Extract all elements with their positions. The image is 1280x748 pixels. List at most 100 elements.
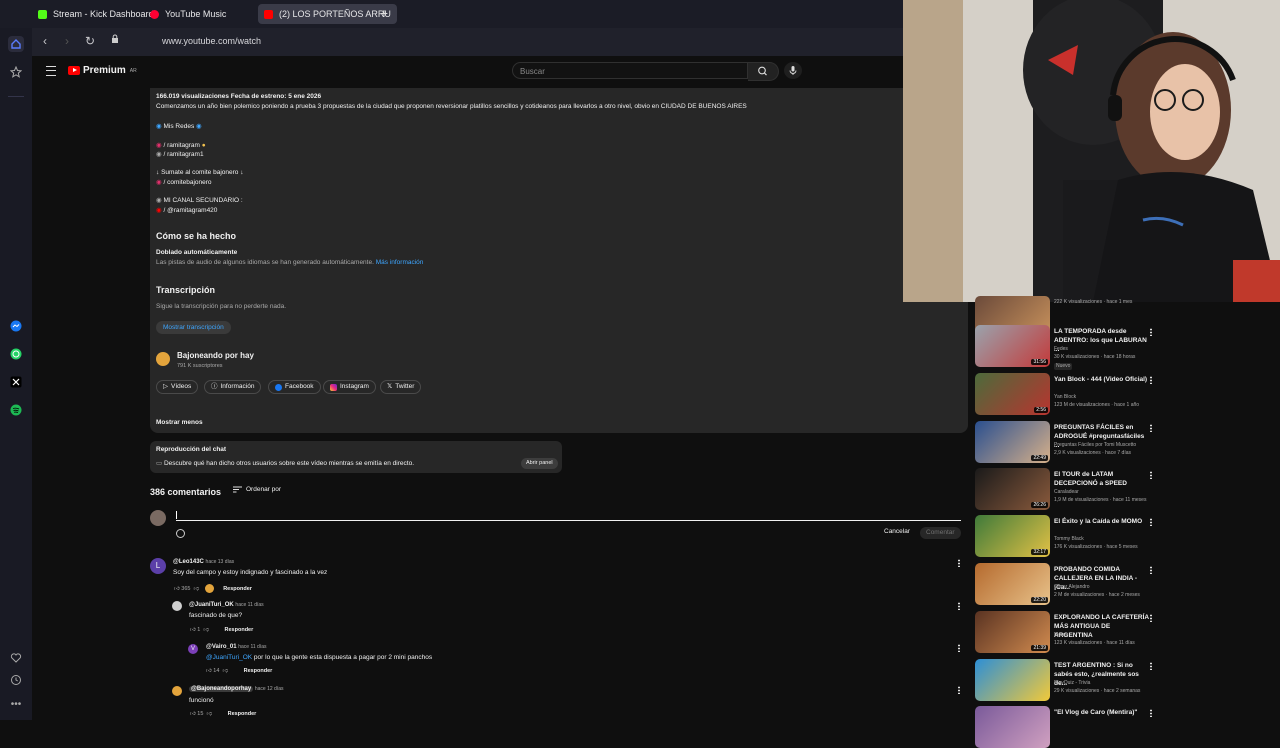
show-less-button[interactable]: Mostrar menos — [156, 419, 203, 426]
history-clock-icon[interactable] — [8, 672, 24, 688]
video-menu-icon[interactable] — [1150, 518, 1152, 526]
video-menu-icon[interactable] — [1150, 709, 1152, 717]
voice-search-mic-icon[interactable] — [784, 62, 802, 79]
comment-avatar[interactable] — [172, 601, 182, 611]
like-thumb-icon[interactable]: 👍︎ — [174, 586, 180, 592]
comment-menu-icon[interactable] — [958, 644, 960, 652]
channel-name[interactable]: Momo — [1054, 632, 1068, 639]
channel-name[interactable]: Fedes — [1054, 346, 1068, 353]
video-thumbnail[interactable]: 31:56 — [975, 325, 1050, 367]
heart-icon[interactable] — [8, 650, 24, 666]
video-menu-icon[interactable] — [1150, 328, 1152, 336]
open-panel-button[interactable]: Abrir panel — [521, 458, 558, 469]
channel-name[interactable]: Yan Block — [1054, 394, 1076, 401]
comment-actions: 👍︎ 15 👎︎ Responder — [190, 711, 257, 717]
reply-button[interactable]: Responder — [223, 586, 252, 592]
video-menu-icon[interactable] — [1150, 614, 1152, 622]
channel-name[interactable]: PlayQuiz - Trivia — [1054, 680, 1090, 687]
show-transcript-button[interactable]: Mostrar transcripción — [156, 321, 231, 334]
video-menu-icon[interactable] — [1150, 662, 1152, 670]
x-twitter-icon[interactable] — [8, 374, 24, 390]
more-info-link[interactable]: Más información — [376, 259, 424, 266]
reply-button[interactable]: Responder — [244, 668, 273, 674]
youtube-premium-logo[interactable]: Premium AR — [68, 65, 137, 76]
comment-avatar[interactable] — [172, 686, 182, 696]
channel-name[interactable]: Oscar Alejandro — [1054, 584, 1090, 591]
video-thumbnail[interactable] — [975, 659, 1050, 701]
channel-name[interactable]: Bajoneando por hay — [177, 351, 254, 360]
channel-name[interactable]: Caraladear — [1054, 489, 1079, 496]
video-thumbnail[interactable]: 21:39 — [975, 611, 1050, 653]
chip-videos[interactable]: ▷ Vídeos — [156, 380, 199, 394]
more-options-icon[interactable]: ••• — [8, 696, 24, 712]
comment-actions: 👍︎ 365 👎︎ Responder — [174, 584, 252, 593]
dislike-thumb-icon[interactable]: 👎︎ — [194, 586, 200, 592]
like-thumb-icon[interactable]: 👍︎ — [206, 668, 212, 674]
channel-name[interactable]: Preguntas Fáciles por Tomi Muscetto — [1054, 442, 1136, 449]
home-icon[interactable] — [8, 36, 24, 52]
search-input[interactable]: Buscar — [512, 62, 748, 79]
dislike-thumb-icon[interactable]: 👎︎ — [222, 668, 228, 674]
comment-text: @JuaniTuri_OK por lo que la gente esta d… — [206, 654, 433, 661]
mention-link[interactable]: @JuaniTuri_OK — [206, 654, 252, 661]
video-thumbnail[interactable]: 22:20 — [975, 563, 1050, 605]
video-thumbnail[interactable]: 22:49 — [975, 421, 1050, 463]
comment-avatar[interactable]: V — [188, 644, 198, 654]
video-thumbnail[interactable] — [975, 706, 1050, 748]
emoji-icon[interactable] — [176, 529, 185, 538]
whatsapp-icon[interactable] — [8, 346, 24, 362]
video-title[interactable]: "El Vlog de Caro (Mentira)" — [1054, 708, 1150, 717]
chip-information[interactable]: ⓘ Información — [204, 380, 262, 394]
video-duration: 2:56 — [1034, 407, 1048, 413]
channel-name[interactable]: Tommy Black — [1054, 536, 1084, 543]
forward-arrow-icon[interactable]: › — [60, 34, 74, 48]
chip-instagram[interactable]: Instagram — [323, 380, 376, 394]
reply-button[interactable]: Responder — [225, 627, 254, 633]
channel-avatar[interactable] — [156, 352, 170, 366]
like-thumb-icon[interactable]: 👍︎ — [190, 711, 196, 717]
comment-avatar[interactable]: L — [150, 558, 166, 574]
dislike-thumb-icon[interactable]: 👎︎ — [206, 711, 212, 717]
chip-twitter[interactable]: 𝕏 Twitter — [380, 380, 422, 394]
hamburger-menu-icon[interactable] — [46, 66, 56, 76]
spotify-icon[interactable] — [8, 402, 24, 418]
url-field[interactable]: www.youtube.com/watch — [162, 36, 261, 46]
video-menu-icon[interactable] — [1150, 424, 1152, 432]
desc-line: ◉ / ramitagram1 — [156, 151, 204, 158]
search-button[interactable] — [748, 62, 779, 81]
comment-menu-icon[interactable] — [958, 686, 960, 694]
reload-icon[interactable]: ↻ — [83, 34, 97, 48]
sort-by-button[interactable]: Ordenar por — [233, 486, 281, 493]
video-thumbnail[interactable]: 26:26 — [975, 468, 1050, 510]
tab-label: YouTube Music — [165, 9, 227, 19]
comment-menu-icon[interactable] — [958, 559, 960, 567]
chat-bubble-icon: ▭ — [156, 460, 163, 467]
cancel-button[interactable]: Cancelar — [884, 528, 910, 535]
comment-menu-icon[interactable] — [958, 602, 960, 610]
video-title[interactable]: El Éxito y la Caída de MOMO — [1054, 517, 1150, 526]
tab-kick-dashboard[interactable]: Stream - Kick Dashboard — [38, 4, 154, 24]
video-menu-icon[interactable] — [1150, 471, 1152, 479]
reply-button[interactable]: Responder — [228, 711, 257, 717]
back-arrow-icon[interactable]: ‹ — [38, 34, 52, 48]
video-title[interactable]: LA TEMPORADA desde ADENTRO: los que LABU… — [1054, 327, 1150, 354]
add-comment-input[interactable] — [176, 508, 961, 521]
messenger-icon[interactable] — [8, 318, 24, 334]
new-tab-plus-icon[interactable]: + — [377, 5, 391, 21]
video-title[interactable]: Yan Block - 444 (Video Oficial) — [1054, 375, 1150, 384]
recommended-video[interactable]: "El Vlog de Caro (Mentira)" — [968, 302, 1280, 748]
bookmarks-star-icon[interactable] — [8, 64, 24, 80]
video-menu-icon[interactable] — [1150, 376, 1152, 384]
video-title[interactable]: EXPLORANDO LA CAFETERÍA MÁS ANTIGUA DE A… — [1054, 613, 1150, 640]
chip-facebook[interactable]: Facebook — [268, 380, 321, 394]
video-title[interactable]: El TOUR de LATAM DECEPCIONÓ a SPEED — [1054, 470, 1150, 488]
video-menu-icon[interactable] — [1150, 566, 1152, 574]
dislike-thumb-icon[interactable]: 👎︎ — [203, 627, 209, 633]
chat-replay-text: ▭ Descubre qué han dicho otros usuarios … — [156, 460, 414, 467]
video-thumbnail[interactable]: 2:56 — [975, 373, 1050, 415]
submit-comment-button[interactable]: Comentar — [920, 527, 961, 539]
like-thumb-icon[interactable]: 👍︎ — [190, 627, 196, 633]
tab-youtube-music[interactable]: YouTube Music — [150, 4, 226, 24]
video-thumbnail[interactable]: 32:17 — [975, 515, 1050, 557]
youtube-favicon-icon — [264, 9, 273, 19]
